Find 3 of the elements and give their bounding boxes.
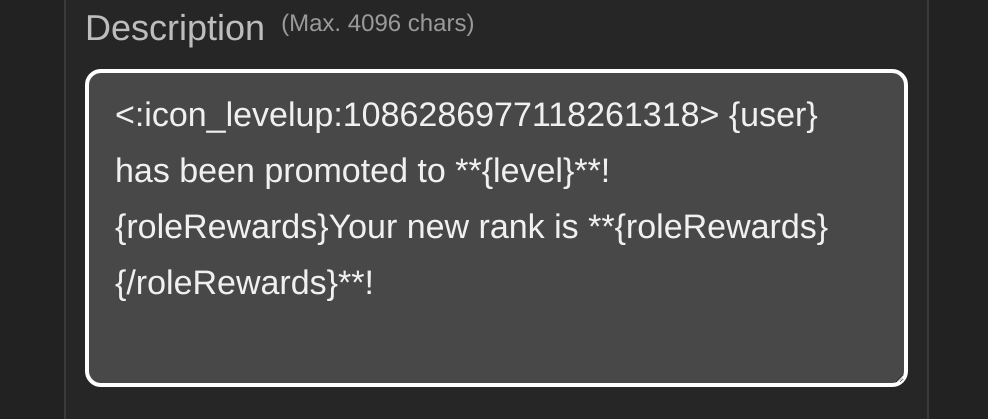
field-label: Description bbox=[85, 6, 266, 50]
field-hint: (Max. 4096 chars) bbox=[281, 9, 474, 39]
description-input-field[interactable]: <:icon_levelup:1086286977118261318> {user} has been promoted to **{level}**! {roleRewards}Your new rank is **{roleRewards}{/roleRewards}**! bbox=[85, 69, 908, 388]
